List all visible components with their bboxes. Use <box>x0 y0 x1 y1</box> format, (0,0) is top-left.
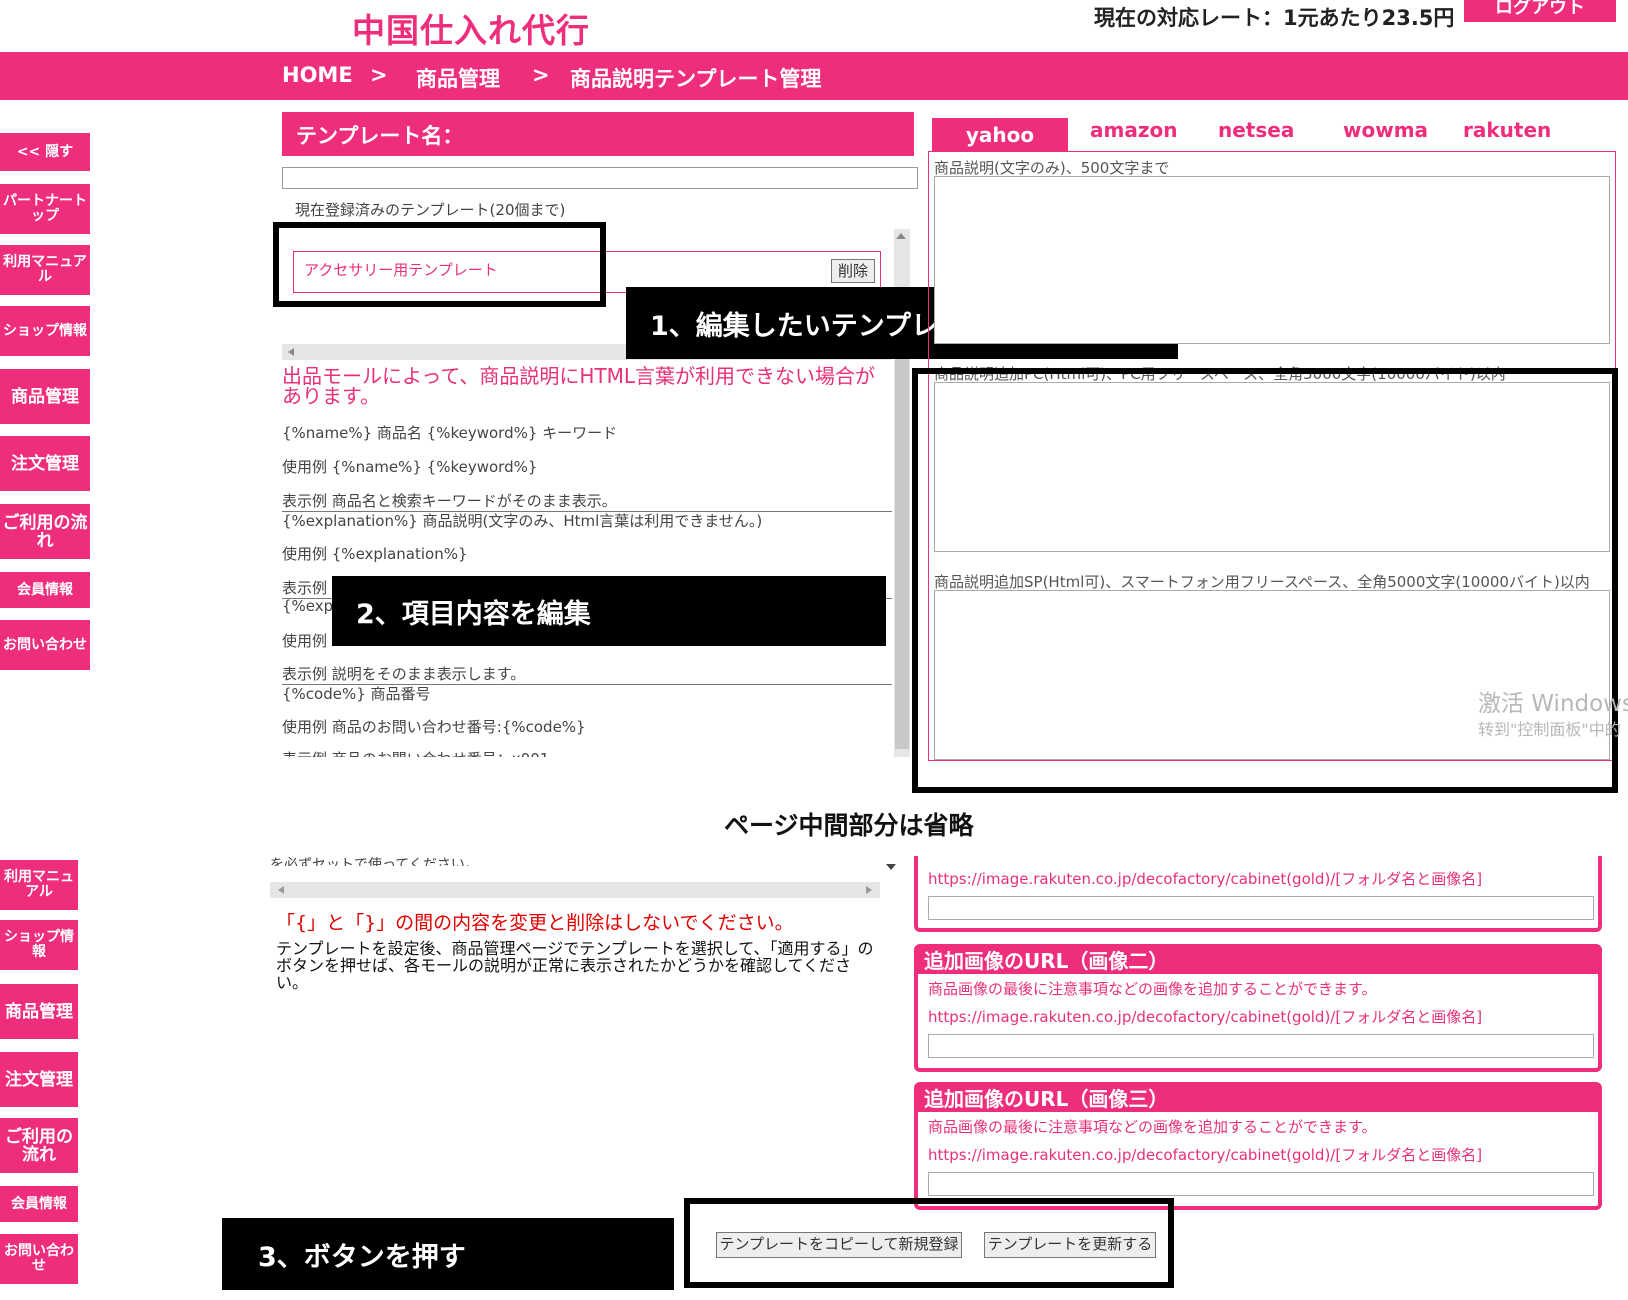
logout-button[interactable]: ログアウト <box>1464 0 1616 22</box>
sidebar-item-products[interactable]: 商品管理 <box>0 369 90 424</box>
sidebar-item-contact[interactable]: お問い合わせ <box>0 620 90 670</box>
note-line: {%explanation%} 商品説明(文字のみ、Html言葉は利用できません… <box>282 512 763 530</box>
note-line: 表示例 商品のお問い合わせ番号：x001 <box>282 748 549 757</box>
sidebar-item-partner-top[interactable]: パートナートップ <box>0 184 90 234</box>
breadcrumb-separator: > <box>370 63 388 87</box>
horizontal-scrollbar-bottom[interactable] <box>270 882 880 898</box>
url-box-image1: https://image.rakuten.co.jp/decofactory/… <box>914 856 1602 932</box>
callout-step3: 3、ボタンを押す <box>222 1218 674 1290</box>
sidebar-item-products[interactable]: 商品管理 <box>0 984 78 1039</box>
exchange-rate: 現在の対応レート：1元あたり23.5円 <box>1094 6 1455 30</box>
note-line: 使用例 {%explanation%} <box>282 545 468 563</box>
omitted-note: ページ中間部分は省略 <box>724 811 974 840</box>
template-name-header: テンプレート名： <box>282 112 914 156</box>
url-title-image2: 追加画像のURL（画像二） <box>918 948 1598 974</box>
sidebar-item-flow[interactable]: ご利用の流れ <box>0 504 90 559</box>
delete-button[interactable]: 削除 <box>831 259 875 283</box>
scroll-right-icon[interactable] <box>866 886 872 894</box>
copy-template-button[interactable]: テンプレートをコピーして新規登録 <box>716 1232 962 1258</box>
url-note-image3: 商品画像の最後に注意事項などの画像を追加することができます。 <box>928 1118 1377 1136</box>
breadcrumb-home[interactable]: HOME <box>282 63 353 87</box>
sidebar-item-orders[interactable]: 注文管理 <box>0 436 90 491</box>
sidebar-item-shop-info[interactable]: ショップ情報 <box>0 306 90 356</box>
sidebar-hide[interactable]: << 隠す <box>0 133 90 171</box>
note-line: {%name%} 商品名 {%keyword%} キーワード <box>282 424 618 442</box>
breadcrumb-separator: > <box>532 63 550 87</box>
url-input-image1[interactable] <box>928 896 1594 920</box>
url-example: https://image.rakuten.co.jp/decofactory/… <box>928 1008 1483 1026</box>
sidebar-item-member[interactable]: 会員情報 <box>0 1186 78 1222</box>
note-line: {%code%} 商品番号 <box>282 685 431 703</box>
sidebar-item-flow[interactable]: ご利用の流れ <box>0 1118 78 1173</box>
watermark-line2: 转到"控制面板"中的 <box>1478 720 1621 739</box>
sidebar-item-manual[interactable]: 利用マニュアル <box>0 860 78 910</box>
apply-info: テンプレートを設定後、商品管理ページでテンプレートを選択して、「適用する」のボタ… <box>276 939 874 992</box>
tab-rakuten[interactable]: rakuten <box>1463 118 1551 142</box>
template-name-input[interactable] <box>282 167 918 189</box>
note-line: 使用例 <box>282 632 328 650</box>
note-line: 表示例 商品名と検索キーワードがそのまま表示。 <box>282 490 892 512</box>
breadcrumb-current: 商品説明テンプレート管理 <box>570 67 822 91</box>
tab-amazon[interactable]: amazon <box>1090 118 1177 142</box>
url-note-image2: 商品画像の最後に注意事項などの画像を追加することができます。 <box>928 980 1377 998</box>
scroll-left-icon[interactable] <box>288 348 294 356</box>
tab-yahoo[interactable]: yahoo <box>932 118 1068 151</box>
highlight-template-name <box>273 222 606 307</box>
url-title-image3: 追加画像のURL（画像三） <box>918 1086 1598 1112</box>
url-input-image2[interactable] <box>928 1034 1594 1058</box>
cut-text: を必ずセットで使ってください。 <box>270 857 479 866</box>
tab-netsea[interactable]: netsea <box>1218 118 1294 142</box>
description-label: 商品説明(文字のみ)、500文字まで <box>934 159 1170 177</box>
note-line: 使用例 {%name%} {%keyword%} <box>282 458 538 476</box>
note-line: 使用例 商品のお問い合わせ番号:{%code%} <box>282 718 586 736</box>
sidebar-item-manual[interactable]: 利用マニュアル <box>0 245 90 295</box>
update-template-button[interactable]: テンプレートを更新する <box>984 1232 1156 1258</box>
breadcrumb-product-management[interactable]: 商品管理 <box>416 63 500 93</box>
scroll-down-icon[interactable] <box>886 864 896 870</box>
tab-wowma[interactable]: wowma <box>1343 118 1428 142</box>
sidebar-item-contact[interactable]: お問い合わせ <box>0 1234 78 1284</box>
url-box-image2: 追加画像のURL（画像二） 商品画像の最後に注意事項などの画像を追加することがで… <box>914 944 1602 1072</box>
url-input-image3[interactable] <box>928 1172 1594 1196</box>
breadcrumb: HOME > 商品管理 > 商品説明テンプレート管理 <box>0 52 1628 100</box>
watermark-line1: 激活 Windows <box>1478 691 1628 717</box>
brace-warning: 「{」と「}」の間の内容を変更と削除はしないでください。 <box>276 912 794 934</box>
url-box-image3: 追加画像のURL（画像三） 商品画像の最後に注意事項などの画像を追加することがで… <box>914 1082 1602 1210</box>
sidebar-item-orders[interactable]: 注文管理 <box>0 1052 78 1107</box>
registered-templates-label: 現在登録済みのテンプレート(20個まで) <box>295 201 566 219</box>
url-example: https://image.rakuten.co.jp/decofactory/… <box>928 1146 1483 1164</box>
callout-step2: 2、項目内容を編集 <box>332 576 886 646</box>
sidebar-item-member[interactable]: 会員情報 <box>0 572 90 608</box>
note-line: 表示例 説明をそのまま表示します。 <box>282 663 892 685</box>
url-example: https://image.rakuten.co.jp/decofactory/… <box>928 870 1483 888</box>
scroll-thumb[interactable] <box>895 359 909 749</box>
sidebar-item-shop-info[interactable]: ショップ情報 <box>0 920 78 970</box>
scroll-up-icon[interactable] <box>896 233 906 239</box>
scroll-left-icon[interactable] <box>278 886 284 894</box>
site-logo[interactable]: 中国仕入れ代行 <box>352 4 590 52</box>
description-textarea[interactable] <box>934 176 1610 344</box>
html-warning: 出品モールによって、商品説明にHTML言葉が利用できない場合があります。 <box>282 364 876 408</box>
